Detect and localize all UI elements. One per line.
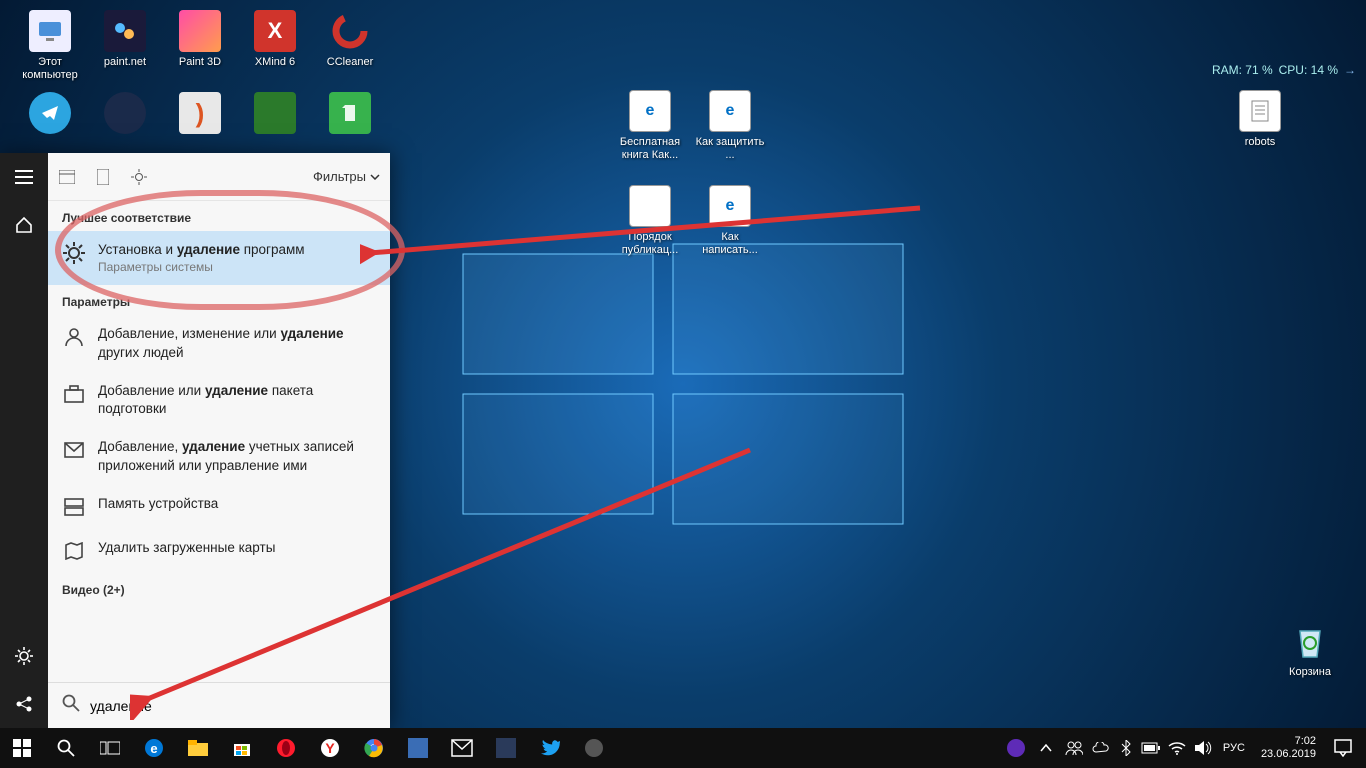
parameters-heading: Параметры — [48, 285, 390, 315]
result-device-storage[interactable]: Память устройства — [48, 485, 390, 529]
rail-share-button[interactable] — [0, 680, 48, 728]
task-view-button[interactable] — [88, 728, 132, 768]
taskbar-app3[interactable] — [572, 728, 616, 768]
desktop-icon-epdf2[interactable]: eКак защитить ... — [695, 90, 765, 162]
taskbar-yandex[interactable]: Y — [308, 728, 352, 768]
chevron-down-icon — [370, 174, 380, 180]
taskbar-twitter[interactable] — [528, 728, 572, 768]
taskbar-edge[interactable]: e — [132, 728, 176, 768]
best-match-heading: Лучшее соответствие — [48, 201, 390, 231]
account-icon — [62, 325, 86, 349]
result-delete-maps[interactable]: Удалить загруженные карты — [48, 529, 390, 573]
result-add-remove-people[interactable]: Добавление, изменение или удаление други… — [48, 315, 390, 371]
desktop-icon-paintnet[interactable]: paint.net — [90, 10, 160, 69]
search-header: Фильтры — [48, 153, 390, 201]
taskbar-mail[interactable] — [440, 728, 484, 768]
desktop-icon-edge-doc[interactable]: eКак написать... — [695, 185, 765, 257]
result-app-accounts[interactable]: Добавление, удаление учетных записей при… — [48, 428, 390, 484]
desktop-icon-paint3d[interactable]: Paint 3D — [165, 10, 235, 69]
ram-label: RAM: 71 % — [1212, 63, 1273, 77]
taskbar-search-button[interactable] — [44, 728, 88, 768]
svg-text:Y: Y — [325, 740, 335, 756]
search-icon — [62, 694, 80, 717]
desktop-icon-epdf1[interactable]: eБесплатная книга Как... — [615, 90, 685, 162]
storage-icon — [62, 495, 86, 519]
start-button[interactable] — [0, 728, 44, 768]
desktop-icon-xmind[interactable]: XXMind 6 — [240, 10, 310, 69]
header-settings-icon[interactable] — [130, 168, 148, 186]
taskbar-store[interactable] — [220, 728, 264, 768]
rail-menu-button[interactable] — [0, 153, 48, 201]
arrow-icon: → — [1344, 63, 1356, 77]
header-documents-icon[interactable] — [94, 168, 112, 186]
taskbar-app1[interactable] — [396, 728, 440, 768]
tray-language[interactable]: РУС — [1217, 742, 1251, 754]
start-search-panel: Фильтры Лучшее соответствие Установка и … — [0, 153, 390, 728]
rail-home-button[interactable] — [0, 201, 48, 249]
tray-onedrive-icon[interactable] — [1089, 728, 1113, 768]
wallpaper-windows-logo — [433, 214, 933, 554]
system-tray: РУС 7:0223.06.2019 — [995, 728, 1366, 768]
desktop-icon-telegram[interactable] — [15, 92, 85, 138]
search-input[interactable] — [90, 698, 376, 714]
tray-people-icon[interactable] — [1061, 728, 1087, 768]
briefcase-icon — [62, 382, 86, 406]
desktop-icon-recycle-bin[interactable]: Корзина — [1275, 620, 1345, 679]
svg-text:e: e — [150, 741, 157, 756]
desktop-icon-this-pc[interactable]: Этоткомпьютер — [15, 10, 85, 82]
desktop-icon-app3[interactable]: ) — [165, 92, 235, 138]
system-monitor-widget: RAM: 71 % CPU: 14 % → — [1212, 63, 1356, 77]
taskbar-chrome[interactable] — [352, 728, 396, 768]
search-input-bar — [48, 682, 390, 728]
mail-icon — [62, 438, 86, 462]
desktop-icon-camtasia[interactable] — [240, 92, 310, 138]
tray-chevron-up-icon[interactable] — [1033, 728, 1059, 768]
tray-alice[interactable] — [1001, 728, 1031, 768]
taskbar: e Y РУС 7:0223.06.2019 — [0, 728, 1366, 768]
tray-wifi-icon[interactable] — [1165, 728, 1189, 768]
tray-battery-icon[interactable] — [1139, 728, 1163, 768]
rail-settings-button[interactable] — [0, 632, 48, 680]
tray-bluetooth-icon[interactable] — [1115, 728, 1137, 768]
filters-dropdown[interactable]: Фильтры — [313, 169, 380, 184]
tray-action-center-icon[interactable] — [1326, 728, 1360, 768]
result-provisioning-package[interactable]: Добавление или удаление пакета подготовк… — [48, 372, 390, 428]
desktop-icon-ccleaner[interactable]: CCleaner — [315, 10, 385, 69]
cpu-label: CPU: 14 % — [1279, 63, 1338, 77]
taskbar-app2[interactable] — [484, 728, 528, 768]
tray-clock[interactable]: 7:0223.06.2019 — [1253, 735, 1324, 761]
desktop-icon-robots[interactable]: robots — [1225, 90, 1295, 149]
tray-volume-icon[interactable] — [1191, 728, 1215, 768]
map-icon — [62, 539, 86, 563]
result-install-remove-programs[interactable]: Установка и удаление программПараметры с… — [48, 231, 390, 285]
desktop-icon-doc1[interactable]: Порядок публикац... — [615, 185, 685, 257]
search-panel-rail — [0, 153, 48, 728]
video-heading: Видео (2+) — [48, 573, 390, 603]
taskbar-opera[interactable] — [264, 728, 308, 768]
desktop-icon-evernote[interactable] — [315, 92, 385, 138]
taskbar-explorer[interactable] — [176, 728, 220, 768]
gear-icon — [62, 241, 86, 265]
desktop-icon-app2[interactable] — [90, 92, 160, 138]
header-apps-icon[interactable] — [58, 168, 76, 186]
